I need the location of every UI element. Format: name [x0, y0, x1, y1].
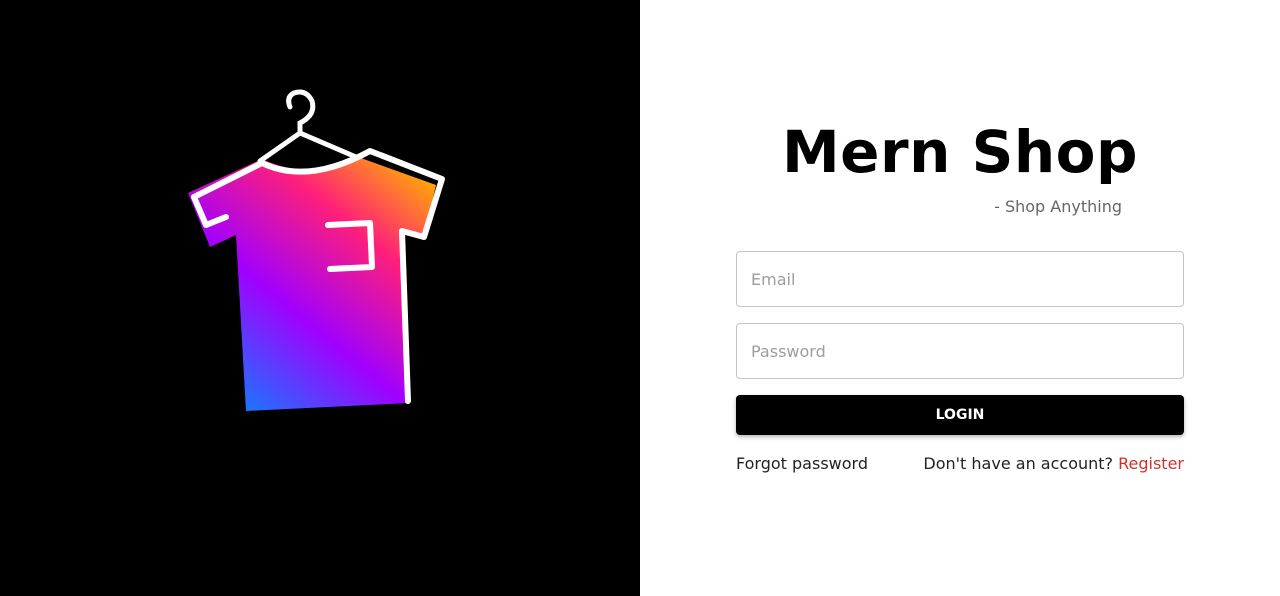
password-field[interactable] [736, 323, 1184, 379]
login-button[interactable]: LOGIN [736, 395, 1184, 435]
tshirt-hanger-icon [188, 89, 445, 411]
register-link[interactable]: Register [1118, 454, 1184, 473]
login-page: Mern Shop - Shop Anything LOGIN Forgot p… [0, 0, 1280, 596]
page-title: Mern Shop [640, 118, 1280, 186]
no-account-text: Don't have an account? [923, 454, 1114, 473]
hero-panel [0, 0, 640, 596]
form-footer-links: Forgot password Don't have an account? R… [736, 454, 1184, 473]
brand-title-text: Mern Shop [781, 118, 1139, 186]
register-prompt: Don't have an account? Register [923, 454, 1184, 473]
login-panel: Mern Shop - Shop Anything LOGIN Forgot p… [640, 0, 1280, 596]
email-field[interactable] [736, 251, 1184, 307]
brand-tagline: - Shop Anything [994, 197, 1122, 216]
forgot-password-link[interactable]: Forgot password [736, 454, 868, 473]
